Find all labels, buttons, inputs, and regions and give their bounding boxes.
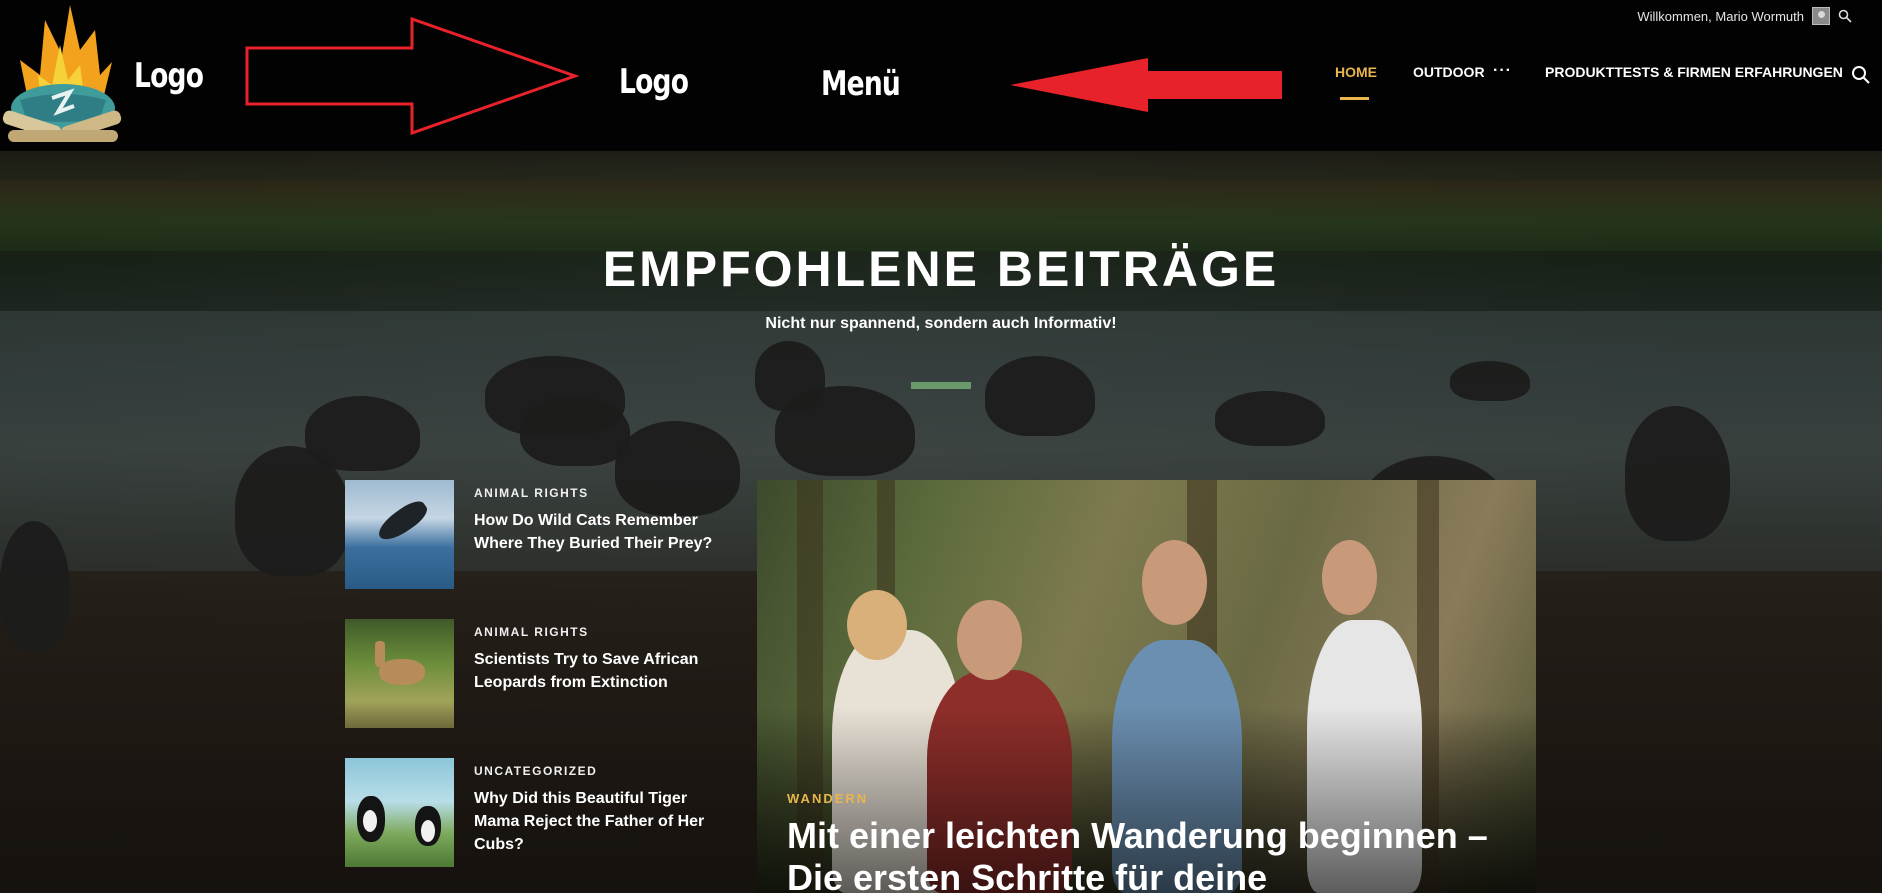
site-header: Logo Logo Menü HOME OUTDOOR ··· PRODUKTT… <box>0 0 1882 151</box>
annotation-arrow-right-icon <box>245 16 580 136</box>
nav-active-indicator <box>1340 97 1369 100</box>
logo-placeholder-text-2: Logo <box>619 62 689 102</box>
nav-item-home[interactable]: HOME <box>1335 64 1377 80</box>
post-item[interactable]: ANIMAL RIGHTS How Do Wild Cats Remember … <box>345 480 745 590</box>
search-icon[interactable] <box>1851 65 1871 85</box>
featured-post-card[interactable]: WANDERN Mit einer leichten Wanderung beg… <box>757 480 1536 893</box>
post-title[interactable]: Why Did this Beautiful Tiger Mama Reject… <box>474 787 724 856</box>
post-title[interactable]: How Do Wild Cats Remember Where They Bur… <box>474 509 724 555</box>
post-category[interactable]: ANIMAL RIGHTS <box>474 486 589 500</box>
post-title[interactable]: Scientists Try to Save African Leopards … <box>474 648 724 694</box>
nav-item-produkttests[interactable]: PRODUKTTESTS & FIRMEN ERFAHRUNGEN <box>1545 64 1843 80</box>
avatar-icon[interactable] <box>1812 7 1830 25</box>
search-icon[interactable] <box>1838 9 1852 23</box>
welcome-bar: Willkommen, Mario Wormuth <box>1637 7 1852 25</box>
hero-divider <box>911 382 971 389</box>
post-item[interactable]: ANIMAL RIGHTS Scientists Try to Save Afr… <box>345 619 745 729</box>
featured-title[interactable]: Mit einer leichten Wanderung beginnen – … <box>787 815 1507 893</box>
campfire-logo-icon[interactable] <box>0 0 126 151</box>
hero-title: EMPFOHLENE BEITRÄGE <box>602 241 1280 297</box>
post-category[interactable]: UNCATEGORIZED <box>474 764 597 778</box>
post-item[interactable]: UNCATEGORIZED Why Did this Beautiful Tig… <box>345 758 745 868</box>
annotation-arrow-left-icon <box>1010 58 1282 112</box>
post-thumbnail-puffins[interactable] <box>345 758 454 867</box>
post-category[interactable]: ANIMAL RIGHTS <box>474 625 589 639</box>
menu-placeholder-text: Menü <box>821 64 901 104</box>
welcome-text[interactable]: Willkommen, Mario Wormuth <box>1637 9 1804 24</box>
nav-more-icon[interactable]: ··· <box>1493 62 1512 80</box>
hero-subtitle: Nicht nur spannend, sondern auch Informa… <box>765 315 1117 332</box>
logo-placeholder-text: Logo <box>134 56 204 96</box>
post-thumbnail-whale[interactable] <box>345 480 454 589</box>
nav-item-outdoor[interactable]: OUTDOOR <box>1413 64 1485 80</box>
post-thumbnail-deer[interactable] <box>345 619 454 728</box>
featured-category[interactable]: WANDERN <box>787 791 868 806</box>
